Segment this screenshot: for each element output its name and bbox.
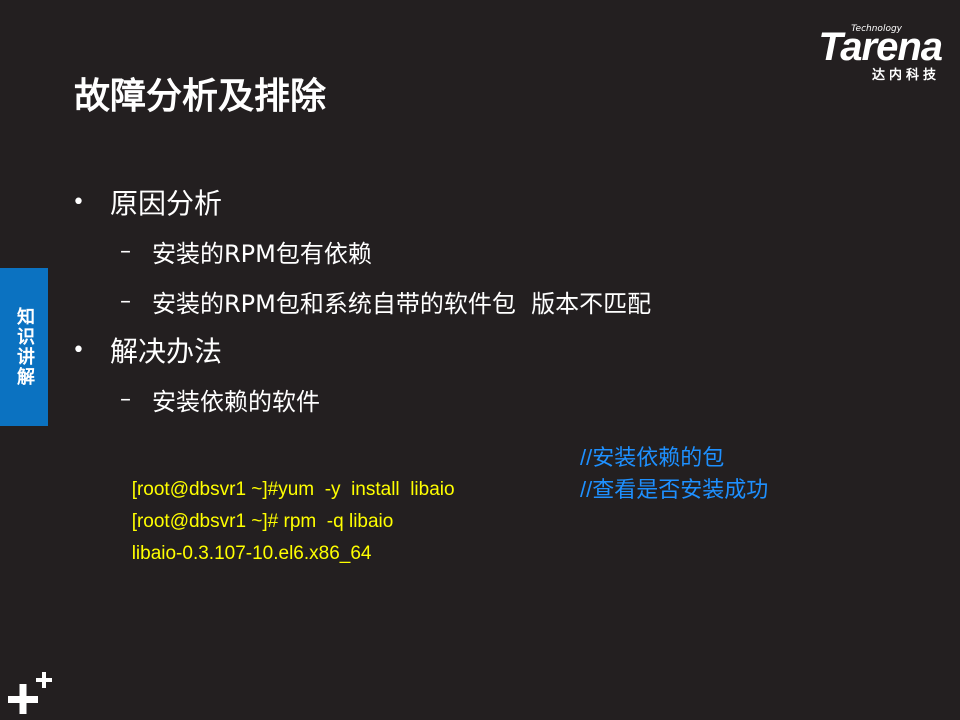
bullet-item: – 安装的RPM包有依赖: [72, 226, 892, 276]
bullet-item: – 安装的RPM包和系统自带的软件包 版本不匹配: [72, 276, 892, 326]
code-line: libaio-0.3.107-10.el6.x86_64: [100, 506, 455, 564]
code-comment: //安装依赖的包: [580, 445, 725, 470]
bullet-heading: • 解决办法: [72, 326, 892, 374]
code-line: [root@dbsvr1 ~]# rpm -q libaio //查看是否安装成…: [100, 474, 769, 532]
plus-plus-icon: [8, 672, 52, 714]
bullet-item-text: 安装依赖的软件: [152, 387, 320, 416]
bullet-heading-text: 解决办法: [110, 335, 223, 368]
bullet-item-text: 安装的RPM包和系统自带的软件包 版本不匹配: [152, 289, 652, 318]
dash-icon: –: [120, 288, 131, 314]
page-title: 故障分析及排除: [74, 76, 327, 117]
dash-icon: –: [120, 238, 131, 264]
code-line: [root@dbsvr1 ~]#yum -y install libaio //…: [100, 442, 725, 500]
code-output: libaio-0.3.107-10.el6.x86_64: [131, 543, 372, 564]
bullet-dot-icon: •: [72, 337, 85, 363]
bullet-item-text: 安装的RPM包有依赖: [152, 239, 372, 268]
dash-icon: –: [120, 386, 131, 412]
tarena-logo: Technology Tarena 达内科技: [772, 24, 943, 83]
slide: Technology Tarena 达内科技 故障分析及排除 知识讲解 • 原因…: [0, 0, 960, 720]
side-tab-label: 知识讲解: [14, 307, 35, 387]
code-block: [root@dbsvr1 ~]#yum -y install libaio //…: [100, 442, 769, 564]
bullet-heading-text: 原因分析: [110, 187, 223, 220]
bullet-dot-icon: •: [72, 189, 85, 215]
bullet-item: – 安装依赖的软件: [72, 374, 892, 424]
bullet-list: • 原因分析 – 安装的RPM包有依赖 – 安装的RPM包和系统自带的软件包 版…: [72, 178, 892, 424]
side-tab: 知识讲解: [0, 268, 48, 426]
bullet-heading: • 原因分析: [72, 178, 892, 226]
code-comment: //查看是否安装成功: [580, 477, 769, 502]
logo-subtitle-text: 达内科技: [871, 68, 940, 83]
logo-brand-text: Tarena: [818, 25, 943, 69]
